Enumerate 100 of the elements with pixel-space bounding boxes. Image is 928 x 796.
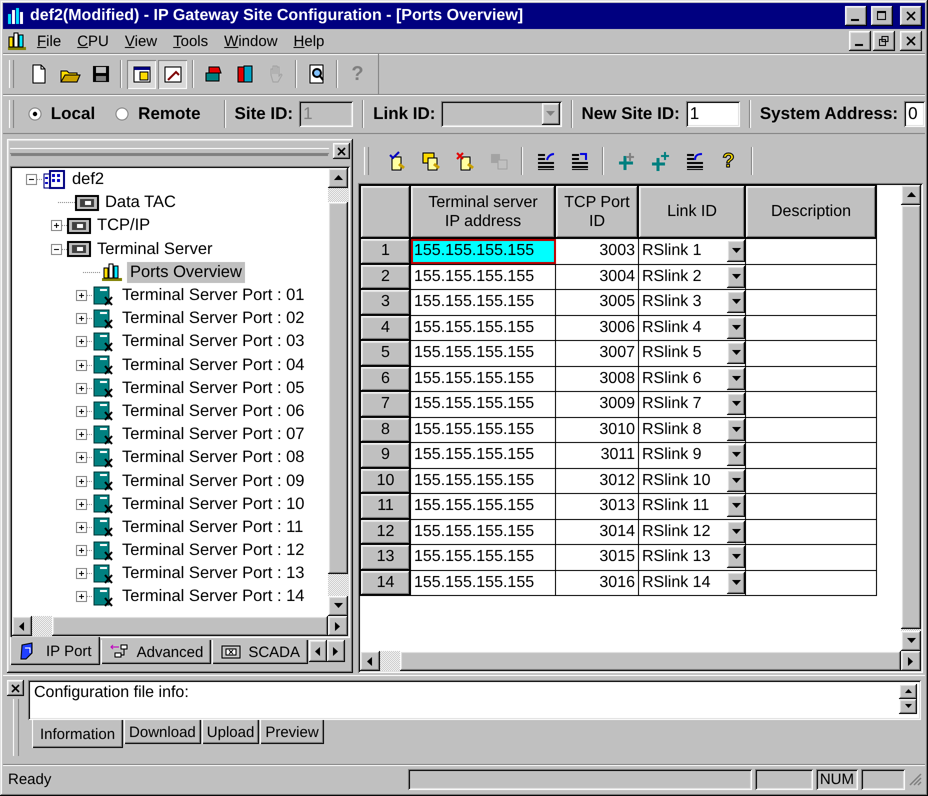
radio-option[interactable]: Remote — [115, 104, 201, 124]
table-cell[interactable]: 155.155.155.155 — [410, 494, 556, 519]
tab[interactable]: SCADA — [212, 640, 308, 664]
tab[interactable]: IP Port — [10, 637, 100, 665]
tree-item[interactable]: Terminal Server Port : 06 — [119, 400, 308, 422]
scroll-right-button[interactable] — [327, 640, 345, 662]
table-cell[interactable]: 155.155.155.155 — [410, 238, 556, 264]
tree-item[interactable]: Data TAC — [102, 192, 179, 214]
minimize-button[interactable] — [845, 6, 867, 26]
row-header[interactable]: 11 — [360, 494, 410, 519]
column-header[interactable]: TCP Port ID — [556, 186, 638, 238]
row-header[interactable]: 7 — [360, 392, 410, 417]
table-cell[interactable]: 155.155.155.155 — [410, 264, 556, 290]
row-header[interactable]: 5 — [360, 340, 410, 366]
row-header[interactable]: 2 — [360, 264, 410, 290]
row-header[interactable]: 9 — [360, 442, 410, 468]
menu-item[interactable]: Window — [217, 32, 285, 50]
tree-item[interactable]: Terminal Server Port : 14 — [119, 586, 308, 608]
table-cell[interactable]: 155.155.155.155 — [410, 417, 556, 442]
toolbar-button[interactable] — [127, 60, 156, 88]
row-header[interactable]: 3 — [360, 290, 410, 315]
toolbar-button[interactable] — [158, 60, 187, 88]
table-cell[interactable]: 155.155.155.155 — [410, 442, 556, 468]
tree-item[interactable]: Terminal Server Port : 11 — [119, 516, 306, 538]
row-header[interactable]: 8 — [360, 417, 410, 442]
restore-button[interactable] — [873, 31, 895, 51]
row-header[interactable]: 4 — [360, 315, 410, 340]
tree-item[interactable]: Terminal Server Port : 02 — [119, 308, 308, 330]
close-button[interactable] — [333, 143, 350, 159]
row-header[interactable]: 14 — [360, 570, 410, 596]
expand-icon[interactable] — [76, 406, 87, 417]
table-cell[interactable]: 155.155.155.155 — [410, 340, 556, 366]
menu-item[interactable]: File — [30, 32, 68, 50]
table-cell[interactable]: 155.155.155.155 — [410, 468, 556, 494]
tab[interactable]: Information — [32, 720, 124, 748]
row-header[interactable]: 12 — [360, 519, 410, 544]
expand-icon[interactable] — [76, 429, 87, 440]
tab[interactable]: Upload — [202, 720, 260, 744]
expand-icon[interactable] — [76, 290, 87, 302]
table-cell[interactable]: 155.155.155.155 — [410, 366, 556, 392]
vertical-scrollbar[interactable] — [328, 168, 348, 616]
expand-icon[interactable] — [76, 545, 87, 556]
table-cell[interactable]: 155.155.155.155 — [410, 315, 556, 340]
tab[interactable]: Download — [124, 720, 201, 744]
row-header[interactable]: 6 — [360, 366, 410, 392]
tree-item[interactable]: Terminal Server — [94, 238, 216, 260]
tree-item[interactable]: Terminal Server Port : 04 — [119, 354, 308, 376]
expand-icon[interactable] — [51, 220, 62, 232]
scroll-left-button[interactable] — [309, 640, 327, 662]
expand-icon[interactable] — [76, 591, 87, 602]
tree-item[interactable]: def2 — [69, 169, 108, 190]
expand-icon[interactable] — [76, 360, 87, 371]
panel-grip[interactable] — [10, 148, 329, 154]
vertical-scrollbar[interactable] — [901, 185, 921, 651]
tree-item[interactable]: Terminal Server Port : 05 — [119, 378, 308, 399]
input-field[interactable]: 0 — [904, 101, 925, 127]
tree-item[interactable]: Terminal Server Port : 03 — [119, 331, 308, 352]
row-header[interactable]: 10 — [360, 468, 410, 494]
expand-icon[interactable] — [76, 336, 87, 348]
close-button[interactable] — [7, 680, 24, 696]
maximize-button[interactable] — [871, 6, 893, 26]
tree-item[interactable]: Terminal Server Port : 09 — [119, 470, 308, 492]
table-cell[interactable]: 155.155.155.155 — [410, 392, 556, 417]
radio-button[interactable] — [28, 107, 42, 121]
tree-item[interactable]: Ports Overview — [127, 262, 245, 283]
tab[interactable]: Preview — [260, 720, 324, 744]
tree-item[interactable]: Terminal Server Port : 12 — [119, 540, 308, 562]
horizontal-scrollbar[interactable] — [12, 616, 348, 636]
tree-item[interactable]: Terminal Server Port : 07 — [119, 424, 308, 446]
menu-item[interactable]: Help — [286, 32, 332, 50]
expand-icon[interactable] — [76, 313, 87, 324]
expand-icon[interactable] — [76, 382, 87, 394]
column-header[interactable]: Description — [746, 186, 876, 238]
expand-icon[interactable] — [76, 568, 87, 580]
close-button[interactable] — [900, 6, 922, 26]
row-header[interactable]: 1 — [360, 238, 410, 264]
expand-icon[interactable] — [76, 476, 87, 487]
close-button[interactable] — [900, 31, 922, 51]
tree-item[interactable]: Terminal Server Port : 08 — [119, 447, 308, 468]
output-box[interactable]: Configuration file info: — [28, 680, 921, 720]
tree-item[interactable]: Terminal Server Port : 10 — [119, 494, 308, 515]
expand-icon[interactable] — [76, 452, 87, 464]
menu-item[interactable]: CPU — [70, 32, 116, 50]
expand-icon[interactable] — [76, 522, 87, 533]
tab[interactable]: Advanced — [100, 640, 212, 664]
minimize-button[interactable] — [849, 31, 871, 51]
tree-item[interactable]: Terminal Server Port : 13 — [119, 563, 308, 584]
tree-item[interactable]: TCP/IP — [94, 215, 154, 236]
menu-item[interactable]: View — [118, 32, 164, 50]
radio-option[interactable]: Local — [28, 104, 96, 124]
table-cell[interactable]: 155.155.155.155 — [410, 544, 556, 570]
menu-item[interactable]: Tools — [166, 32, 216, 50]
input-field[interactable]: 1 — [686, 101, 740, 127]
horizontal-scrollbar[interactable] — [360, 651, 921, 671]
expand-icon[interactable] — [76, 498, 87, 510]
table-cell[interactable]: 155.155.155.155 — [410, 519, 556, 544]
collapse-icon[interactable] — [51, 244, 62, 255]
collapse-icon[interactable] — [26, 174, 37, 186]
table-cell[interactable]: 155.155.155.155 — [410, 290, 556, 315]
column-header[interactable]: Link ID — [638, 186, 746, 238]
